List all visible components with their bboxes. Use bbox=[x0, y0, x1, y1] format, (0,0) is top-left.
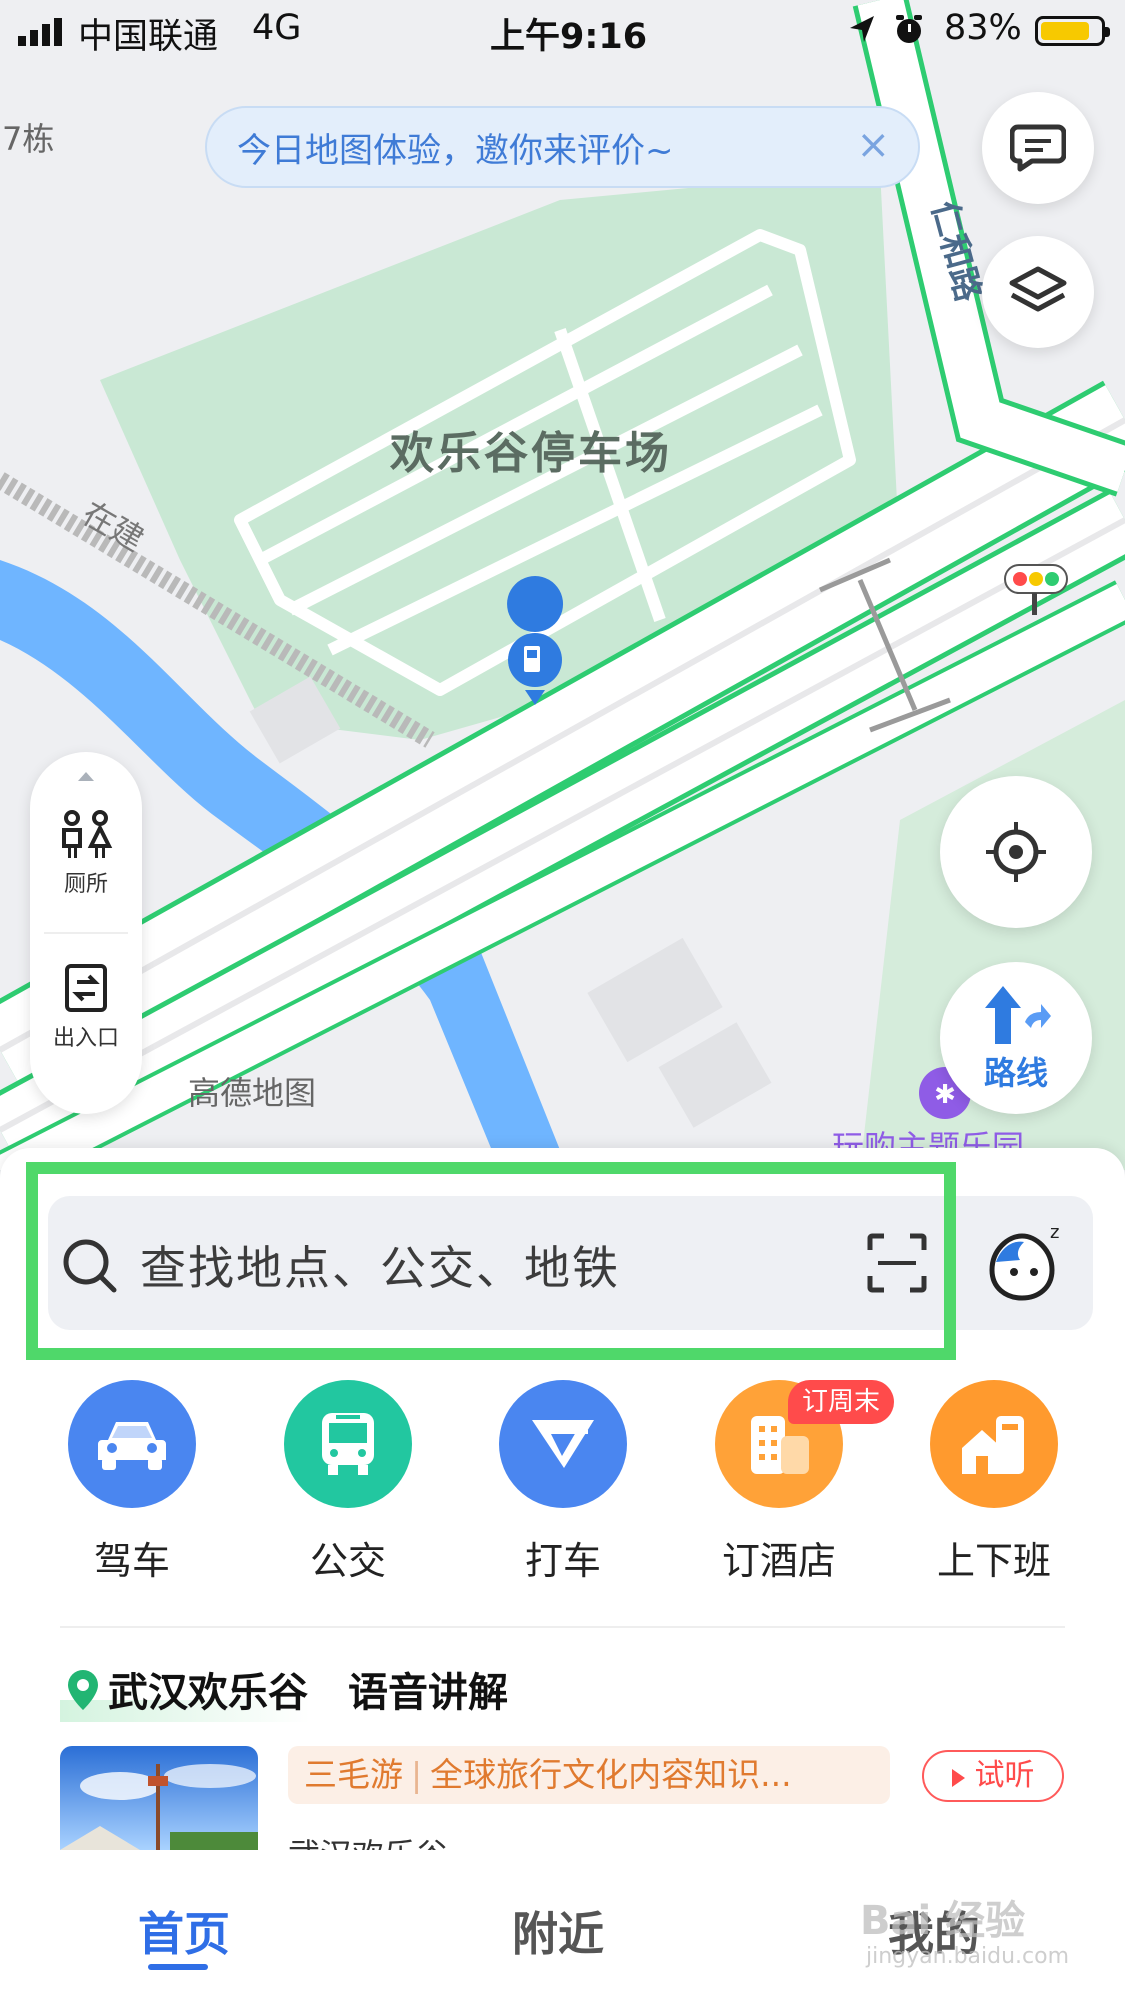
svg-text:z: z bbox=[1050, 1222, 1059, 1243]
search-highlight-box bbox=[26, 1162, 956, 1360]
svg-text:✱: ✱ bbox=[934, 1080, 956, 1110]
locate-button[interactable] bbox=[940, 776, 1092, 928]
feedback-banner[interactable]: 今日地图体验，邀你来评价~ × bbox=[205, 106, 920, 188]
route-button[interactable]: 路线 bbox=[940, 962, 1092, 1114]
entrance-icon bbox=[65, 964, 107, 1012]
toilet-icon bbox=[62, 810, 113, 858]
car-icon bbox=[98, 1422, 166, 1470]
audio-guide-tag[interactable]: 三毛游 | 全球旅行文化内容知识... bbox=[288, 1746, 890, 1804]
signal-icon bbox=[18, 18, 62, 46]
hotel-label: 订酒店 bbox=[721, 1539, 836, 1583]
weekend-badge: 订周末 bbox=[788, 1380, 895, 1424]
battery-icon bbox=[1035, 16, 1110, 46]
audio-guide-desc: 全球旅行文化内容知识... bbox=[430, 1755, 792, 1794]
poi-secondary-name: 武汉欢乐谷 bbox=[288, 1830, 448, 1852]
listen-button[interactable]: 试听 bbox=[922, 1750, 1064, 1802]
taxi-icon bbox=[532, 1420, 594, 1468]
map-label-building: 7栋 bbox=[2, 120, 54, 158]
battery-percent: 83% bbox=[944, 8, 1022, 48]
tag-separator: | bbox=[411, 1755, 423, 1794]
bus-icon bbox=[322, 1413, 374, 1475]
poi-name[interactable]: 武汉欢乐谷 bbox=[108, 1660, 308, 1718]
chat-bubble-icon bbox=[1010, 124, 1066, 172]
toilet-label: 厕所 bbox=[63, 872, 108, 897]
feedback-banner-text: 今日地图体验，邀你来评价~ bbox=[237, 130, 674, 171]
layers-button[interactable] bbox=[982, 236, 1094, 348]
drive-label: 驾车 bbox=[93, 1539, 170, 1583]
entrance-button[interactable]: 出入口 bbox=[30, 962, 142, 1052]
baidu-watermark-url: jingyan.baidu.com bbox=[866, 1944, 1070, 1969]
section-divider bbox=[60, 1626, 1065, 1628]
commute-label: 上下班 bbox=[936, 1539, 1051, 1583]
drive-button[interactable] bbox=[68, 1380, 196, 1508]
theme-park-photo bbox=[60, 1746, 258, 1850]
bus-label: 公交 bbox=[309, 1539, 386, 1583]
layers-icon bbox=[1009, 266, 1067, 312]
map-label-watermark: 高德地图 bbox=[188, 1074, 316, 1112]
play-icon bbox=[951, 1769, 965, 1787]
alarm-icon bbox=[896, 15, 922, 43]
toilet-button[interactable]: 厕所 bbox=[30, 810, 142, 898]
status-bar: 中国联通 4G 上午9:16 83% bbox=[0, 0, 1125, 62]
taxi-button[interactable] bbox=[499, 1380, 627, 1508]
home-office-icon bbox=[962, 1416, 1024, 1474]
tab-home[interactable]: 首页 bbox=[138, 1898, 230, 1964]
location-pin-icon bbox=[68, 1670, 98, 1710]
panel-divider bbox=[44, 932, 128, 934]
carrier-name: 中国联通 bbox=[78, 17, 219, 57]
network-type: 4G bbox=[252, 8, 302, 48]
facility-panel: 厕所 出入口 bbox=[30, 752, 142, 1114]
chevron-up-icon[interactable] bbox=[78, 772, 94, 781]
message-button[interactable] bbox=[982, 92, 1094, 204]
tab-nearby[interactable]: 附近 bbox=[512, 1898, 604, 1964]
bus-button[interactable] bbox=[284, 1380, 412, 1508]
map-label-parking: 欢乐谷停车场 bbox=[389, 428, 672, 479]
location-arrow-icon bbox=[850, 16, 874, 42]
poi-subtitle: 语音讲解 bbox=[348, 1670, 508, 1716]
route-label: 路线 bbox=[983, 1054, 1048, 1092]
commute-button[interactable] bbox=[930, 1380, 1058, 1508]
taxi-label: 打车 bbox=[524, 1539, 601, 1583]
clock: 上午9:16 bbox=[490, 17, 648, 57]
entrance-label: 出入口 bbox=[52, 1026, 119, 1051]
baidu-watermark: Bai 经验 bbox=[860, 1898, 1026, 1944]
assistant-robot-icon[interactable]: z bbox=[980, 1222, 1064, 1304]
listen-label: 试听 bbox=[974, 1758, 1035, 1793]
audio-guide-brand: 三毛游 bbox=[304, 1755, 403, 1794]
tab-home-indicator bbox=[148, 1964, 208, 1970]
poi-thumbnail[interactable] bbox=[60, 1746, 258, 1850]
close-icon[interactable]: × bbox=[856, 122, 890, 168]
crosshair-icon bbox=[986, 822, 1046, 882]
route-arrow-icon bbox=[985, 986, 1051, 1044]
